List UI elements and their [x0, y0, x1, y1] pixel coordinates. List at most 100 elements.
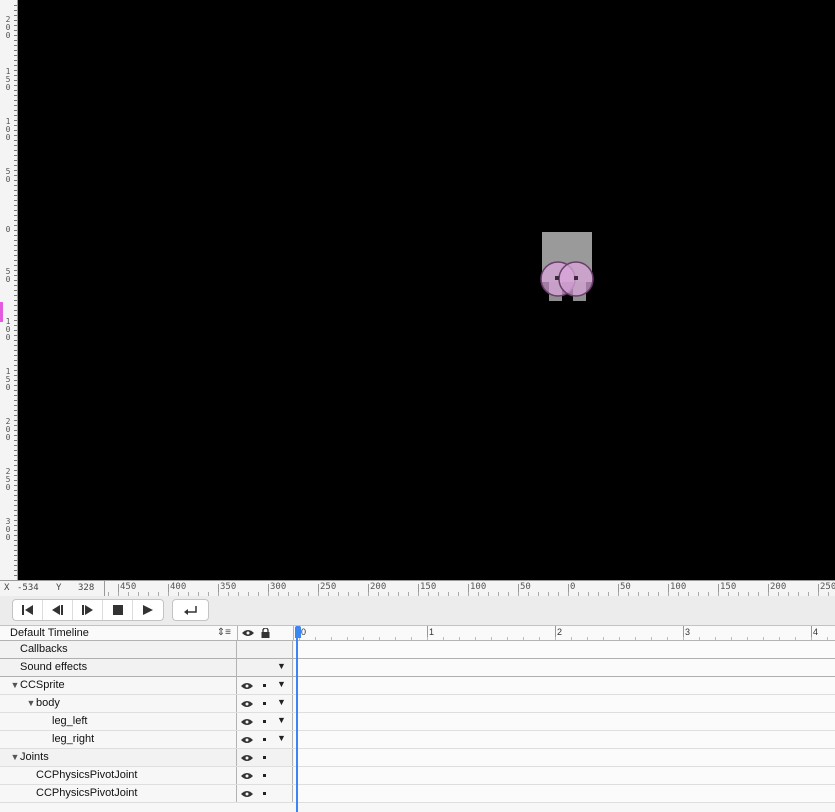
visibility-eye-icon[interactable]: [241, 753, 253, 765]
vruler-tick: [14, 490, 17, 491]
expand-properties-icon[interactable]: ▼: [277, 733, 286, 743]
vruler-tick: [14, 90, 17, 91]
vruler-tick: [14, 475, 17, 476]
scene-canvas[interactable]: [18, 0, 835, 580]
time-minor-tick: [795, 637, 796, 640]
vruler-tick: [14, 280, 17, 281]
vruler-tick: [14, 230, 17, 231]
row-name-cell[interactable]: Sound effects: [0, 659, 237, 676]
scene-svg: [540, 232, 594, 301]
loop-button[interactable]: [173, 600, 208, 620]
play-button[interactable]: [133, 600, 163, 620]
vruler-tick: [14, 290, 17, 291]
visibility-eye-icon[interactable]: [241, 717, 253, 729]
time-label: 4: [813, 627, 819, 637]
timeline-row[interactable]: ▼Joints: [0, 749, 835, 767]
row-name-cell[interactable]: ▼Joints: [0, 749, 237, 766]
timeline-row[interactable]: ▼CCSprite ▼: [0, 677, 835, 695]
lock-toggle-dot[interactable]: [263, 738, 266, 741]
go-to-start-button[interactable]: [13, 600, 43, 620]
time-minor-tick: [347, 637, 348, 640]
vruler-label: 2 5 0: [5, 467, 11, 492]
row-name-cell[interactable]: leg_right: [0, 731, 237, 748]
expand-properties-icon[interactable]: ▼: [277, 697, 286, 707]
lock-toggle-dot[interactable]: [263, 756, 266, 759]
vruler-tick: [14, 110, 17, 111]
disclosure-triangle-icon[interactable]: ▼: [26, 695, 36, 712]
lock-toggle-dot[interactable]: [263, 720, 266, 723]
timeline-row[interactable]: Callbacks: [0, 641, 835, 659]
expand-properties-icon[interactable]: ▼: [277, 661, 286, 671]
lock-toggle-dot[interactable]: [263, 684, 266, 687]
expand-properties-icon[interactable]: ▼: [277, 679, 286, 689]
vruler-tick: [14, 135, 17, 136]
step-forward-icon: [81, 605, 93, 615]
disclosure-triangle-icon[interactable]: ▼: [10, 677, 20, 694]
time-minor-tick: [363, 637, 364, 640]
visibility-eye-icon[interactable]: [241, 681, 253, 693]
vruler-tick: [14, 20, 17, 21]
vruler-tick: [14, 400, 17, 401]
keyframe-track[interactable]: [294, 641, 835, 658]
keyframe-track[interactable]: [294, 785, 835, 802]
keyframe-track[interactable]: [294, 695, 835, 712]
keyframe-track[interactable]: [294, 731, 835, 748]
row-name-cell[interactable]: CCPhysicsPivotJoint: [0, 785, 237, 802]
vruler-tick: [14, 145, 17, 146]
timeline-row[interactable]: CCPhysicsPivotJoint: [0, 785, 835, 803]
vruler-tick: [14, 335, 17, 336]
vruler-tick: [14, 220, 17, 221]
step-back-icon: [51, 605, 63, 615]
playhead-handle[interactable]: [295, 626, 301, 638]
keyframe-track[interactable]: [294, 659, 835, 676]
keyframe-track[interactable]: [294, 767, 835, 784]
vruler-tick: [14, 465, 17, 466]
stop-button[interactable]: [103, 600, 133, 620]
disclosure-triangle-icon[interactable]: ▼: [10, 749, 20, 766]
vruler-tick: [14, 100, 17, 101]
vruler-tick: [14, 200, 17, 201]
timeline-row[interactable]: leg_right ▼: [0, 731, 835, 749]
hruler-label: 300: [270, 582, 287, 592]
lock-toggle-dot[interactable]: [263, 702, 266, 705]
vruler-tick: [14, 5, 17, 6]
lock-icon: [261, 628, 270, 638]
row-name-cell[interactable]: Callbacks: [0, 641, 237, 658]
step-back-button[interactable]: [43, 600, 73, 620]
timeline-selector[interactable]: Default Timeline ⇕≡: [0, 626, 238, 640]
timeline-row[interactable]: Sound effects ▼: [0, 659, 835, 677]
visibility-eye-icon[interactable]: [241, 735, 253, 747]
keyframe-track[interactable]: [294, 677, 835, 694]
row-name-cell[interactable]: ▼body: [0, 695, 237, 712]
vruler-tick: [14, 265, 17, 266]
row-label: CCPhysicsPivotJoint: [36, 769, 138, 781]
expand-properties-icon[interactable]: ▼: [277, 715, 286, 725]
vruler-tick: [14, 470, 17, 471]
visibility-eye-icon[interactable]: [241, 789, 253, 801]
vruler-tick: [14, 365, 17, 366]
row-name-cell[interactable]: ▼CCSprite: [0, 677, 237, 694]
timeline-row[interactable]: leg_left ▼: [0, 713, 835, 731]
visibility-eye-icon[interactable]: [241, 699, 253, 711]
lock-toggle-dot[interactable]: [263, 774, 266, 777]
timeline-panel: Default Timeline ⇕≡ 0 1 2 3 4 Callbacks Sound…: [0, 626, 835, 812]
step-forward-button[interactable]: [73, 600, 103, 620]
lock-toggle-dot[interactable]: [263, 792, 266, 795]
vruler-label: 2 0 0: [5, 417, 11, 442]
vruler-tick: [14, 185, 17, 186]
keyframe-track[interactable]: [294, 749, 835, 766]
row-name-cell[interactable]: CCPhysicsPivotJoint: [0, 767, 237, 784]
timeline-row[interactable]: ▼body ▼: [0, 695, 835, 713]
row-name-cell[interactable]: leg_left: [0, 713, 237, 730]
time-label: 3: [685, 627, 691, 637]
play-icon: [143, 605, 153, 615]
visibility-eye-icon[interactable]: [241, 771, 253, 783]
playhead[interactable]: [296, 626, 298, 812]
vruler-tick: [14, 245, 17, 246]
vruler-tick: [14, 380, 17, 381]
vruler-tick: [14, 125, 17, 126]
keyframe-track[interactable]: [294, 713, 835, 730]
timeline-scale[interactable]: 0 1 2 3 4: [294, 626, 835, 640]
timeline-row[interactable]: CCPhysicsPivotJoint: [0, 767, 835, 785]
time-minor-tick: [523, 637, 524, 640]
